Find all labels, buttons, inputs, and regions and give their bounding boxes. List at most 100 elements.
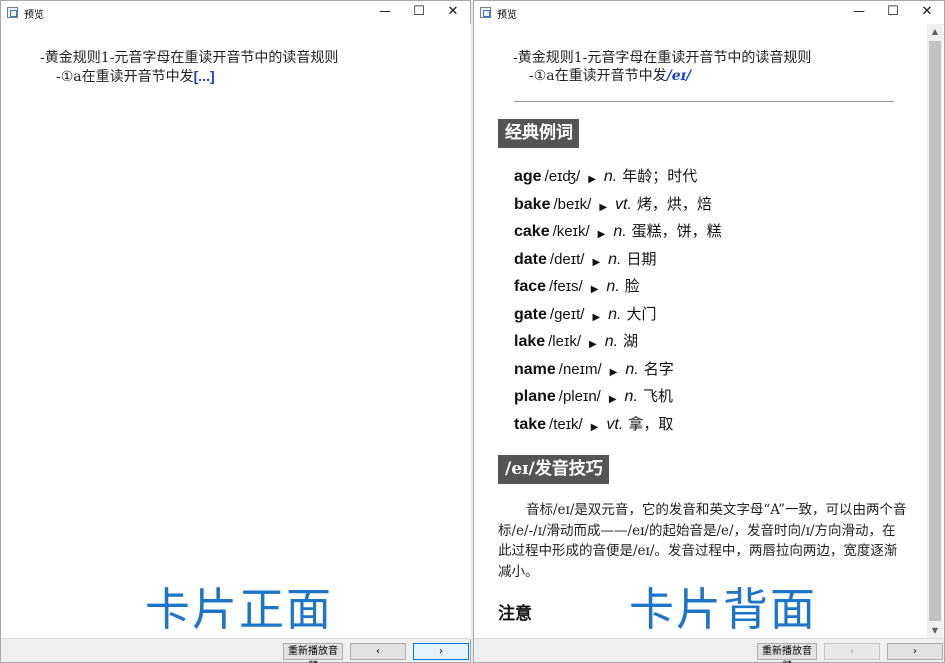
play-audio-icon[interactable]: ▶ — [589, 333, 597, 357]
example-pos: n. — [604, 333, 619, 350]
question-line-2: -①a在重读开音节中发/eɪ/ — [513, 67, 811, 85]
example-word-row: date/deɪt/ ▶ n. 日期 — [514, 247, 722, 275]
play-audio-icon[interactable]: ▶ — [609, 388, 617, 412]
app-icon — [7, 7, 18, 18]
scrollbar-thumb[interactable] — [929, 41, 941, 621]
example-ipa: /beɪk/ — [553, 195, 592, 213]
example-word-row: take/teɪk/ ▶ vt. 拿，取 — [514, 412, 722, 440]
example-definition: 名字 — [643, 359, 674, 378]
example-ipa: /pleɪn/ — [558, 388, 601, 405]
question-text: -黄金规则1-元音字母在重读开音节中的读音规则 -①a在重读开音节中发[...] — [40, 49, 338, 86]
example-ipa: /neɪm/ — [558, 360, 602, 378]
example-ipa: /keɪk/ — [552, 223, 590, 240]
example-word: age — [514, 168, 542, 185]
answer-divider — [514, 101, 894, 102]
example-word: face — [514, 278, 547, 295]
card-back-content: -黄金规则1-元音字母在重读开音节中的读音规则 -①a在重读开音节中发/eɪ/ … — [475, 24, 929, 639]
play-audio-icon[interactable]: ▶ — [592, 251, 600, 275]
example-word-row: plane/pleɪn/ ▶ n. 飞机 — [514, 384, 722, 412]
tips-paragraph: 音标/eɪ/是双元音，它的发音和英文字母“A”一致，可以由两个音标/e/-/ɪ/… — [498, 502, 907, 580]
note-heading: 注意 — [498, 604, 532, 624]
next-button[interactable]: › — [413, 643, 469, 660]
minimize-button[interactable]: — — [842, 1, 876, 24]
caption-card-back: 卡片背面 — [629, 583, 818, 636]
example-definition: 拿，取 — [628, 414, 674, 433]
play-audio-icon[interactable]: ▶ — [599, 196, 607, 220]
examples-heading: 经典例词 — [498, 119, 579, 148]
example-word-list: age/eɪʤ/▶ n. 年龄；时代 bake/beɪk/▶ vt. 烤，烘，焙 cake /… — [514, 164, 722, 439]
close-button[interactable]: ✕ — [436, 1, 470, 24]
question-line-2: -①a在重读开音节中发[...] — [40, 67, 338, 86]
example-definition: 蛋糕，饼，糕 — [631, 222, 722, 240]
example-word: plane — [514, 388, 556, 405]
question-prefix: -①a在重读开音节中发 — [56, 69, 194, 85]
example-word-row: cake/keɪk/ ▶ n. 蛋糕，饼，糕 — [514, 219, 722, 247]
example-definition: 年龄；时代 — [622, 167, 698, 185]
preview-window-back: 预览 — ☐ ✕ -黄金规则1-元音字母在重读开音节中的读音规则 -①a在重读开… — [473, 0, 945, 663]
example-word-row: bake/beɪk/ ▶ vt. 烤，烘，焙 — [514, 192, 722, 220]
replay-audio-button[interactable]: 重新播放音频 — [757, 643, 817, 663]
prev-button[interactable]: ‹ — [824, 643, 880, 660]
vertical-scrollbar[interactable]: ▲ ▼ — [927, 24, 943, 639]
question-text: -黄金规则1-元音字母在重读开音节中的读音规则 -①a在重读开音节中发/eɪ/ — [513, 49, 811, 85]
title-bar[interactable]: 预览 — ☐ ✕ — [1, 1, 470, 24]
play-audio-icon[interactable]: ▶ — [591, 278, 599, 302]
example-pos: n. — [613, 223, 627, 240]
example-definition: 飞机 — [642, 387, 673, 405]
cloze-answer: /eɪ/ — [666, 68, 692, 84]
example-word-row: age/eɪʤ/ ▶ n. 年龄；时代 — [514, 164, 722, 192]
example-ipa: /teɪk/ — [549, 415, 583, 433]
example-pos: n. — [608, 250, 622, 268]
example-definition: 烤，烘，焙 — [636, 194, 712, 213]
maximize-button[interactable]: ☐ — [876, 1, 910, 24]
example-word: take — [514, 415, 547, 433]
window-title: 预览 — [24, 10, 44, 21]
example-word: date — [514, 250, 547, 268]
window-title: 预览 — [497, 10, 517, 21]
example-word: name — [514, 360, 556, 378]
play-audio-icon[interactable]: ▶ — [588, 168, 596, 192]
scroll-down-arrow-icon[interactable]: ▼ — [927, 623, 943, 639]
prev-button[interactable]: ‹ — [350, 643, 406, 660]
question-prefix: -①a在重读开音节中发 — [529, 68, 667, 84]
maximize-button[interactable]: ☐ — [402, 1, 436, 24]
example-ipa: /deɪt/ — [549, 250, 585, 268]
example-pos: n. — [625, 360, 639, 378]
tips-heading: /eɪ/发音技巧 — [498, 455, 609, 484]
example-ipa: /geɪt/ — [549, 305, 585, 323]
example-definition: 大门 — [626, 304, 657, 323]
replay-audio-button[interactable]: 重新播放音频 — [283, 643, 343, 663]
cloze-placeholder: [...] — [193, 68, 215, 84]
example-word-row: face/feɪs/ ▶ n. 脸 — [514, 274, 722, 302]
example-pos: vt. — [606, 415, 624, 433]
play-audio-icon[interactable]: ▶ — [610, 361, 618, 385]
play-audio-icon[interactable]: ▶ — [591, 416, 599, 440]
example-word: gate — [514, 305, 547, 323]
example-pos: vt. — [615, 195, 632, 213]
next-button[interactable]: › — [887, 643, 943, 660]
question-line-1: -黄金规则1-元音字母在重读开音节中的读音规则 — [513, 50, 812, 66]
example-pos: n. — [624, 388, 638, 405]
preview-window-front: 预览 — ☐ ✕ -黄金规则1-元音字母在重读开音节中的读音规则 -①a在重读开… — [0, 0, 471, 663]
example-word-row: lake/leɪk/ ▶ n. 湖 — [514, 329, 722, 357]
example-pos: n. — [606, 278, 620, 295]
example-definition: 脸 — [624, 277, 640, 295]
example-ipa: /feɪs/ — [549, 278, 583, 295]
example-definition: 日期 — [626, 249, 657, 268]
title-bar[interactable]: 预览 — ☐ ✕ — [474, 1, 944, 24]
close-button[interactable]: ✕ — [910, 1, 944, 24]
example-ipa: /leɪk/ — [548, 333, 581, 350]
example-pos: n. — [608, 305, 622, 323]
scroll-up-arrow-icon[interactable]: ▲ — [927, 24, 943, 40]
example-pos: n. — [603, 168, 618, 185]
caption-card-front: 卡片正面 — [145, 583, 334, 636]
example-word: bake — [514, 195, 551, 213]
play-audio-icon[interactable]: ▶ — [598, 223, 606, 247]
bottom-toolbar: 重新播放音频 ‹ › — [1, 638, 470, 663]
example-word-row: gate/geɪt/ ▶ n. 大门 — [514, 302, 722, 330]
minimize-button[interactable]: — — [368, 1, 402, 24]
play-audio-icon[interactable]: ▶ — [592, 306, 600, 330]
example-word: lake — [514, 333, 546, 350]
app-icon — [480, 7, 491, 18]
example-word: cake — [514, 223, 550, 240]
